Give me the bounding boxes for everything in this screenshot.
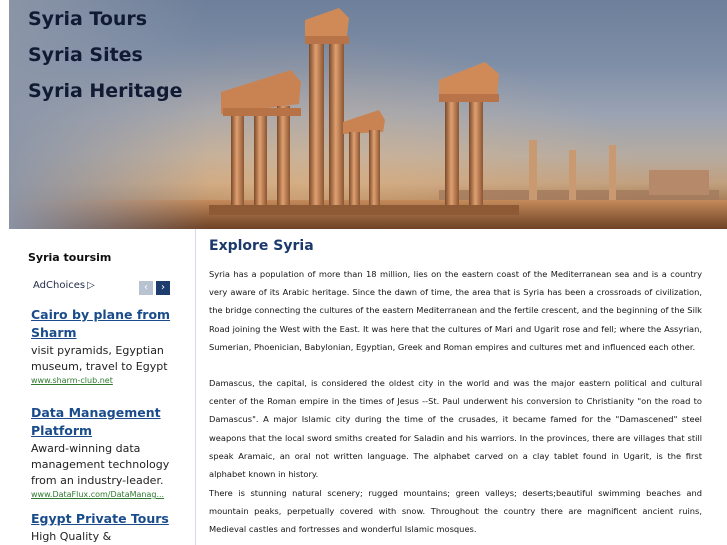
adchoices-icon: ▷: [87, 280, 95, 291]
header-fade: [9, 0, 209, 229]
page-title: Explore Syria: [209, 238, 314, 254]
nav-link-syria-tours[interactable]: Syria Tours: [28, 8, 147, 30]
nav-link-syria-sites[interactable]: Syria Sites: [28, 44, 143, 66]
paragraph: Syria has a population of more than 18 m…: [209, 269, 702, 352]
ad-prev-button[interactable]: ‹: [139, 281, 153, 295]
ad-url-link[interactable]: www.DataFlux.com/DataManag...: [31, 490, 191, 499]
ad-item: Data Management Platform Award-winning d…: [31, 404, 191, 499]
adchoices-label: AdChoices: [33, 280, 86, 291]
sidebar-title: Syria toursim: [28, 251, 112, 264]
nav-link-syria-heritage[interactable]: Syria Heritage: [28, 80, 182, 102]
ad-text: visit pyramids, Egyptian museum, travel …: [31, 344, 168, 373]
ad-text: Award-winning data management technology…: [31, 442, 170, 487]
ad-item: Egypt Private Tours High Quality &: [31, 510, 191, 545]
ad-title-link[interactable]: Cairo by plane from Sharm: [31, 306, 191, 342]
ad-title-link[interactable]: Data Management Platform: [31, 404, 191, 440]
page: Syria Tours Syria Sites Syria Heritage S…: [0, 0, 727, 545]
ad-next-button[interactable]: ›: [156, 281, 170, 295]
ad-title-link[interactable]: Egypt Private Tours: [31, 510, 191, 528]
ad-text: High Quality &: [31, 530, 112, 543]
header-banner: Syria Tours Syria Sites Syria Heritage: [9, 0, 727, 229]
paragraph: Damascus, the capital, is considered the…: [209, 378, 702, 480]
adchoices-link[interactable]: AdChoices ▷: [33, 280, 95, 291]
sidebar: Syria toursim AdChoices ▷ ‹ › Cairo by pl…: [9, 229, 196, 545]
ad-item: Cairo by plane from Sharm visit pyramids…: [31, 306, 191, 385]
paragraph: There is stunning natural scenery; rugge…: [209, 488, 702, 535]
ad-url-link[interactable]: www.sharm-club.net: [31, 376, 191, 385]
